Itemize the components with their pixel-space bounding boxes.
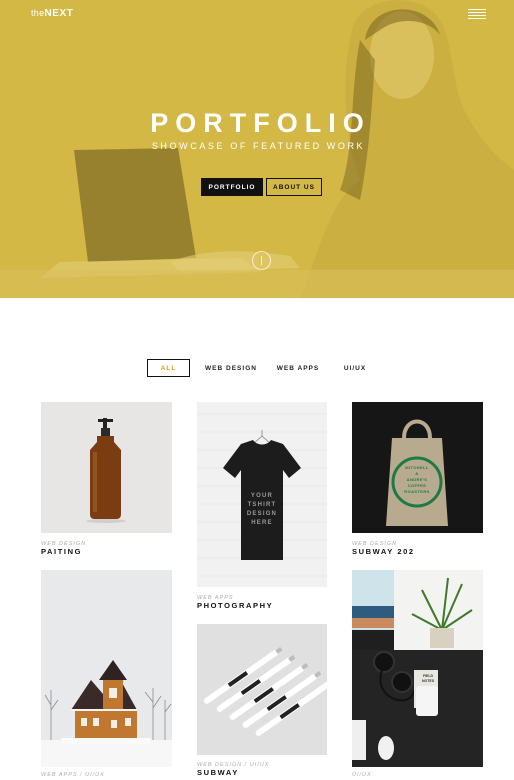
- filter-ui-ux[interactable]: UI/UX: [336, 359, 374, 377]
- scroll-down-icon[interactable]: [252, 251, 271, 270]
- tshirt-text-1: YOUR: [250, 493, 274, 499]
- portfolio-button[interactable]: PORTFOLIO: [201, 178, 263, 196]
- portfolio-title[interactable]: SUBWAY 202: [352, 547, 415, 556]
- filter-web-design[interactable]: WEB DESIGN: [202, 359, 260, 377]
- tshirt-text-3: DESIGN: [246, 511, 278, 517]
- brand-logo[interactable]: theNEXT: [31, 8, 74, 19]
- about-us-button[interactable]: ABOUT US: [266, 178, 322, 196]
- hero-title: PORTFOLIO: [150, 108, 371, 138]
- brand-name: NEXT: [44, 8, 74, 19]
- brand-prefix: the: [31, 8, 45, 18]
- portfolio-category: WEB APPS / UI/UX: [41, 772, 105, 778]
- portfolio-thumb-tote-bag[interactable]: MITCHELL & ANDRE'S COFFEE ROASTERS: [352, 402, 483, 533]
- notebook-text-2: NOTES: [421, 679, 435, 683]
- hamburger-menu-icon[interactable]: [468, 9, 486, 19]
- hero-section: theNEXT PORTFOLIO SHOWCASE OF FEATURED W…: [0, 0, 514, 298]
- hero-subtitle: SHOWCASE OF FEATURED WORK: [151, 141, 366, 151]
- tote-text-5: ROASTERS: [404, 489, 430, 494]
- filter-web-apps[interactable]: WEB APPS: [273, 359, 323, 377]
- portfolio-title[interactable]: SUBWAY: [197, 768, 239, 777]
- portfolio-title[interactable]: PAITING: [41, 547, 82, 556]
- portfolio-thumb-bottle[interactable]: [41, 402, 172, 533]
- portfolio-thumb-tshirt[interactable]: YOUR TSHIRT DESIGN HERE: [197, 402, 327, 587]
- portfolio-thumb-snowy-house[interactable]: [41, 570, 172, 767]
- tshirt-text-4: HERE: [251, 520, 273, 526]
- filter-all[interactable]: ALL: [147, 359, 190, 377]
- tshirt-text-2: TSHIRT: [247, 502, 277, 508]
- portfolio-thumb-desk[interactable]: FIELD NOTES: [352, 570, 483, 767]
- portfolio-title[interactable]: PHOTOGRAPHY: [197, 601, 273, 610]
- portfolio-category: UI/UX: [352, 772, 372, 778]
- portfolio-thumb-pens[interactable]: [197, 624, 327, 755]
